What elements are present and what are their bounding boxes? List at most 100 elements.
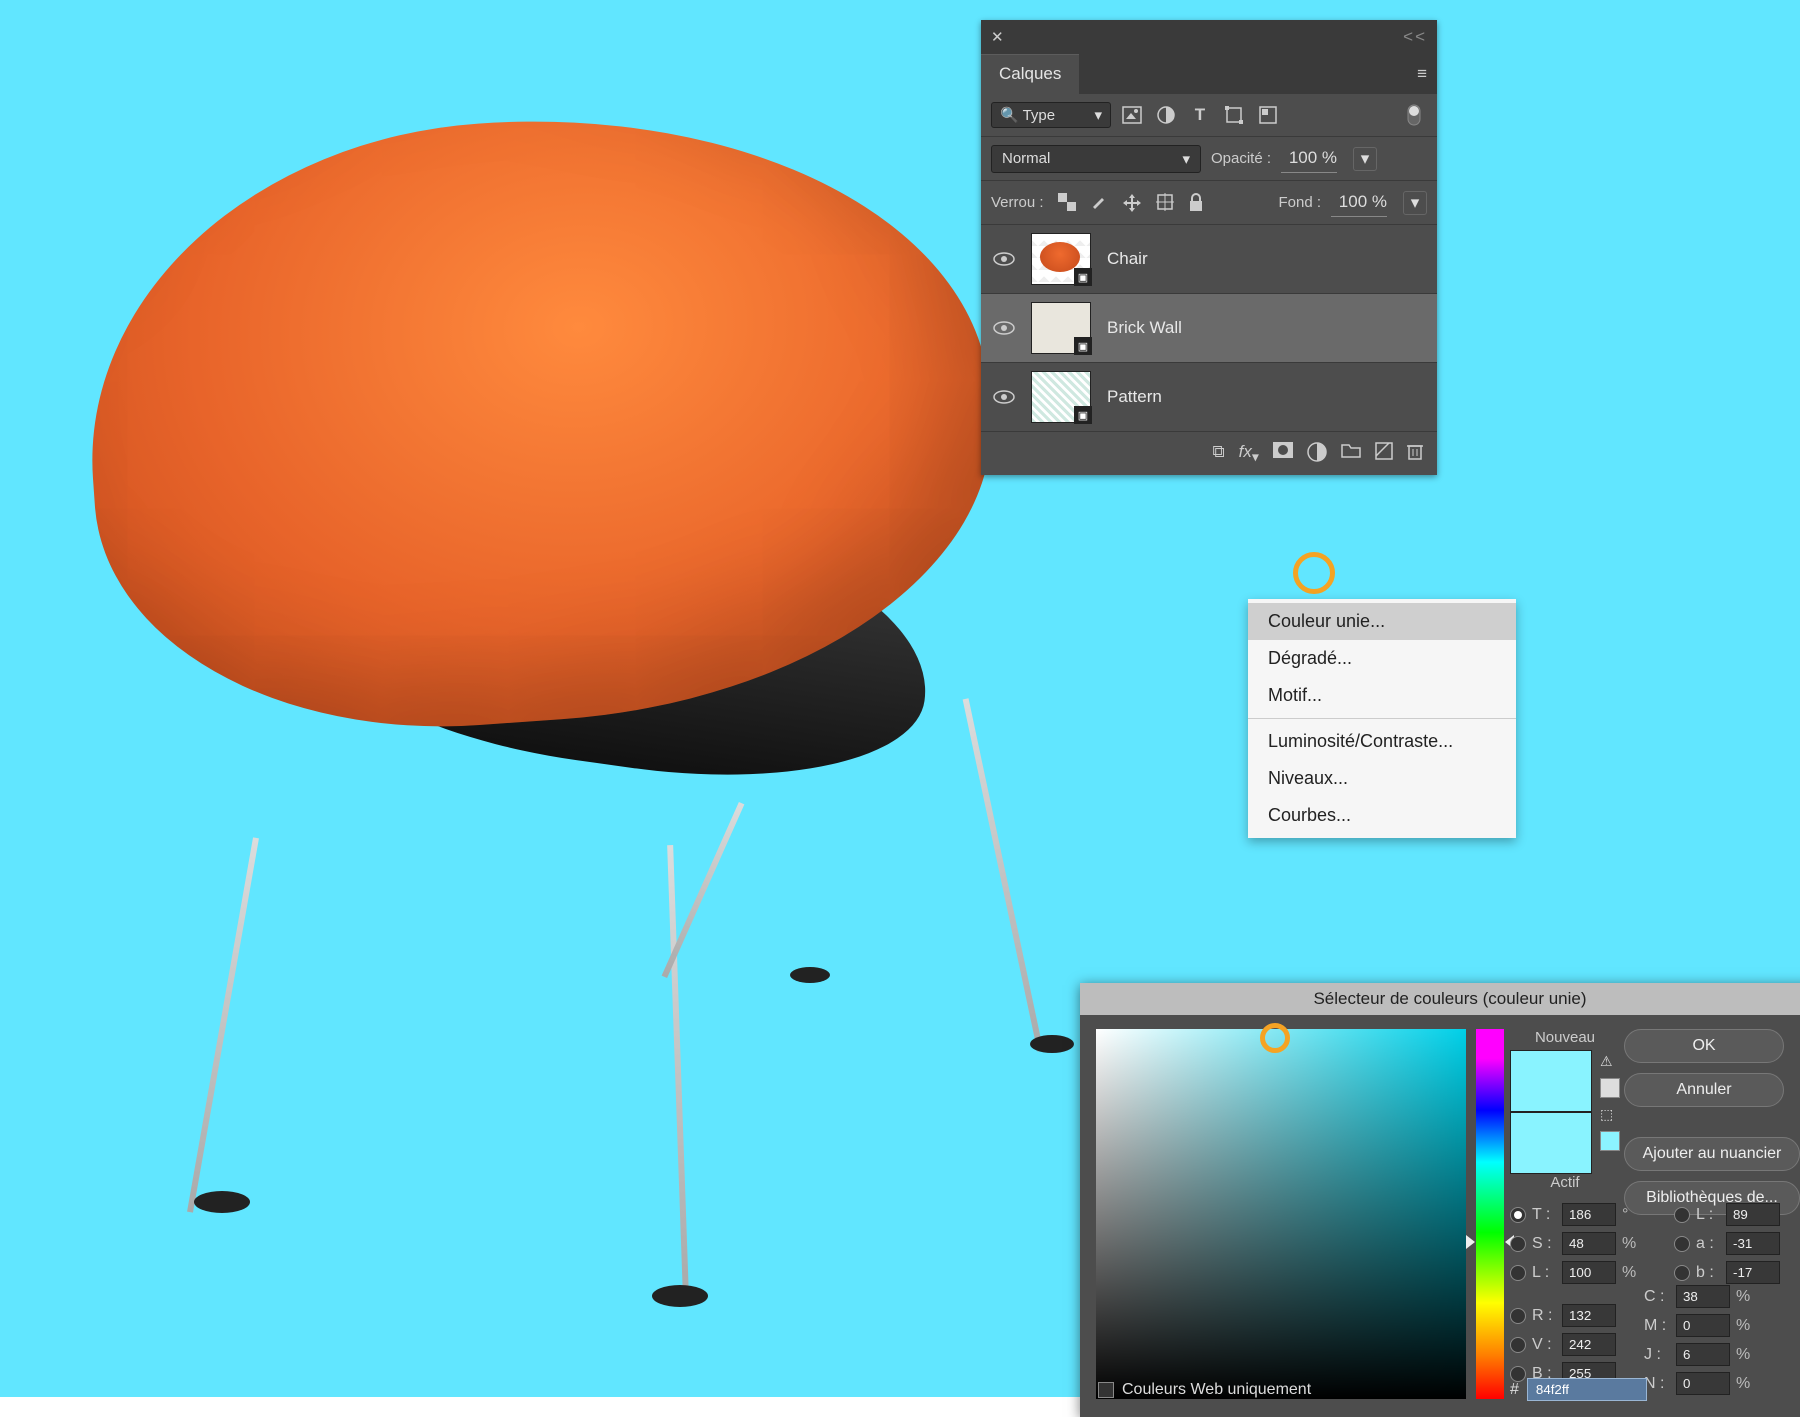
cancel-button[interactable]: Annuler	[1624, 1073, 1784, 1107]
label-l: L :	[1532, 1264, 1556, 1282]
blend-mode-value: Normal	[1002, 150, 1050, 167]
filter-image-icon[interactable]	[1119, 104, 1145, 126]
web-safe-swatch[interactable]	[1600, 1131, 1620, 1151]
label-lab-a: a :	[1696, 1235, 1720, 1253]
radio-sat[interactable]	[1510, 1236, 1526, 1252]
hex-input[interactable]	[1527, 1378, 1647, 1401]
lock-transparency-icon[interactable]	[1058, 193, 1076, 213]
radio-lum[interactable]	[1510, 1265, 1526, 1281]
radio-r[interactable]	[1510, 1308, 1526, 1324]
out-of-gamut-swatch[interactable]	[1600, 1078, 1620, 1098]
fill-dropdown[interactable]: ▾	[1403, 191, 1427, 215]
color-picker-dialog: Sélecteur de couleurs (couleur unie) Nou…	[1080, 983, 1800, 1417]
filter-toggle[interactable]	[1401, 104, 1427, 126]
dialog-title[interactable]: Sélecteur de couleurs (couleur unie)	[1080, 983, 1800, 1015]
opacity-value[interactable]: 100 %	[1281, 144, 1337, 173]
fill-value[interactable]: 100 %	[1331, 188, 1387, 217]
unit-degree: °	[1622, 1206, 1640, 1224]
layer-filter-type[interactable]: 🔍 Type ▾	[991, 102, 1111, 128]
input-n[interactable]	[1676, 1372, 1730, 1395]
input-lab-b[interactable]	[1726, 1261, 1780, 1284]
layer-thumbnail[interactable]: ▣	[1031, 302, 1091, 354]
radio-lab-a[interactable]	[1674, 1236, 1690, 1252]
radio-v[interactable]	[1510, 1337, 1526, 1353]
ok-button[interactable]: OK	[1624, 1029, 1784, 1063]
input-sat[interactable]	[1562, 1232, 1616, 1255]
menu-item-gradient[interactable]: Dégradé...	[1248, 640, 1516, 677]
unit-pct: %	[1736, 1288, 1754, 1306]
cube-icon[interactable]: ⬚	[1600, 1106, 1620, 1123]
layer-mask-icon[interactable]	[1273, 442, 1293, 465]
layer-row[interactable]: ▣ Chair	[981, 225, 1437, 294]
layers-tab[interactable]: Calques	[981, 54, 1079, 94]
input-v[interactable]	[1562, 1333, 1616, 1356]
new-color-swatch[interactable]	[1510, 1050, 1592, 1112]
lock-all-icon[interactable]	[1188, 193, 1204, 213]
delete-layer-icon[interactable]	[1407, 442, 1423, 465]
new-layer-icon[interactable]	[1375, 442, 1393, 465]
menu-item-solid-color[interactable]: Couleur unie...	[1248, 603, 1516, 640]
opacity-dropdown[interactable]: ▾	[1353, 147, 1377, 171]
visibility-icon[interactable]	[993, 251, 1015, 267]
panel-header[interactable]: ✕ <<	[981, 20, 1437, 54]
lock-artboard-icon[interactable]	[1156, 193, 1174, 213]
menu-separator	[1248, 718, 1516, 719]
layer-row[interactable]: ▣ Brick Wall	[981, 294, 1437, 363]
visibility-icon[interactable]	[993, 320, 1015, 336]
adjustment-layer-icon[interactable]	[1307, 442, 1327, 465]
blend-mode-select[interactable]: Normal ▾	[991, 145, 1201, 173]
input-lum[interactable]	[1562, 1261, 1616, 1284]
add-swatch-button[interactable]: Ajouter au nuancier	[1624, 1137, 1800, 1171]
visibility-icon[interactable]	[993, 389, 1015, 405]
input-m[interactable]	[1676, 1314, 1730, 1337]
radio-lab-b[interactable]	[1674, 1265, 1690, 1281]
smart-object-badge: ▣	[1074, 406, 1092, 424]
layer-name[interactable]: Chair	[1107, 249, 1148, 269]
smart-object-badge: ▣	[1074, 337, 1092, 355]
menu-item-curves[interactable]: Courbes...	[1248, 797, 1516, 834]
layer-name[interactable]: Brick Wall	[1107, 318, 1182, 338]
menu-item-pattern[interactable]: Motif...	[1248, 677, 1516, 714]
filter-adjust-icon[interactable]	[1153, 104, 1179, 126]
layer-name[interactable]: Pattern	[1107, 387, 1162, 407]
collapse-icon[interactable]: <<	[1403, 27, 1427, 47]
radio-hue[interactable]	[1510, 1207, 1526, 1223]
hue-slider[interactable]	[1476, 1029, 1504, 1399]
label-c: C :	[1644, 1288, 1670, 1306]
filter-text-icon[interactable]: T	[1187, 104, 1213, 126]
label-t: T :	[1532, 1206, 1556, 1224]
lock-paint-icon[interactable]	[1090, 193, 1108, 213]
group-icon[interactable]	[1341, 442, 1361, 465]
radio-lab-l[interactable]	[1674, 1207, 1690, 1223]
current-color-swatch[interactable]	[1510, 1112, 1592, 1174]
layer-effects-icon[interactable]: fx▾	[1239, 442, 1259, 465]
panel-menu-icon[interactable]: ≡	[1417, 64, 1427, 84]
color-field[interactable]	[1096, 1029, 1466, 1399]
input-lab-a[interactable]	[1726, 1232, 1780, 1255]
input-r[interactable]	[1562, 1304, 1616, 1327]
filter-smart-icon[interactable]	[1255, 104, 1281, 126]
chevron-down-icon: ▾	[1182, 150, 1190, 168]
web-only-label: Couleurs Web uniquement	[1122, 1381, 1311, 1399]
close-icon[interactable]: ✕	[991, 28, 1004, 46]
lock-move-icon[interactable]	[1122, 193, 1142, 213]
unit-pct: %	[1736, 1317, 1754, 1335]
web-only-checkbox[interactable]	[1098, 1382, 1114, 1398]
label-lab-b: b :	[1696, 1264, 1720, 1282]
input-c[interactable]	[1676, 1285, 1730, 1308]
input-lab-l[interactable]	[1726, 1203, 1780, 1226]
layer-thumbnail[interactable]: ▣	[1031, 371, 1091, 423]
gamut-warning-icon[interactable]: ⚠	[1600, 1053, 1620, 1070]
lock-label: Verrou :	[991, 194, 1044, 211]
input-hue[interactable]	[1562, 1203, 1616, 1226]
current-color-label: Actif	[1510, 1174, 1620, 1191]
color-selector-ring[interactable]	[1260, 1023, 1290, 1053]
layer-thumbnail[interactable]: ▣	[1031, 233, 1091, 285]
filter-shape-icon[interactable]	[1221, 104, 1247, 126]
layer-row[interactable]: ▣ Pattern	[981, 363, 1437, 432]
menu-item-levels[interactable]: Niveaux...	[1248, 760, 1516, 797]
link-layers-icon[interactable]: ⧉	[1213, 442, 1225, 465]
hex-label: #	[1510, 1381, 1519, 1399]
input-j[interactable]	[1676, 1343, 1730, 1366]
menu-item-brightness[interactable]: Luminosité/Contraste...	[1248, 723, 1516, 760]
